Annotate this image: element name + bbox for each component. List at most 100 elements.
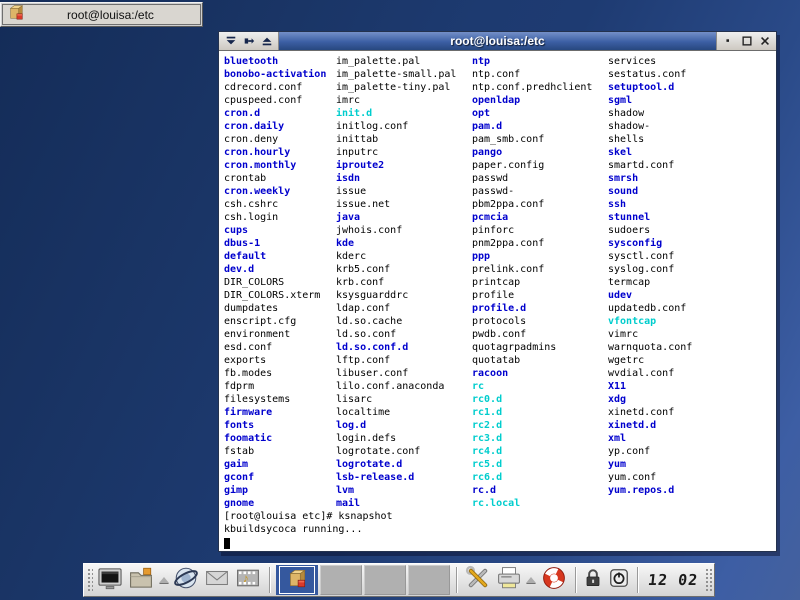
file-entry: stunnel xyxy=(608,211,692,224)
ls-column-4: servicessestatus.confsetuptool.dsgmlshad… xyxy=(608,55,692,497)
file-entry: im_palette.pal xyxy=(336,55,456,68)
file-entry: kde xyxy=(336,237,456,250)
file-entry: dev.d xyxy=(224,263,326,276)
printer-launcher[interactable] xyxy=(494,565,523,595)
multimedia-launcher[interactable]: ♪ xyxy=(234,565,263,595)
file-entry: setuptool.d xyxy=(608,81,692,94)
lock-screen-button[interactable] xyxy=(581,565,605,595)
taskbar-button-konsole[interactable]: root@louisa:/etc xyxy=(2,4,201,25)
pin-icon[interactable] xyxy=(241,34,256,49)
file-entry: xinetd.conf xyxy=(608,406,692,419)
folder-popup-arrow-icon[interactable] xyxy=(159,577,169,583)
file-entry: shadow xyxy=(608,107,692,120)
file-entry: rc2.d xyxy=(472,419,592,432)
file-entry: ntp.conf xyxy=(472,68,592,81)
file-entry: csh.cshrc xyxy=(224,198,326,211)
file-entry: imrc xyxy=(336,94,456,107)
panel-handle-left[interactable] xyxy=(86,567,93,593)
panel-separator xyxy=(637,567,638,593)
lock-icon xyxy=(582,567,604,594)
konsole-icon xyxy=(286,567,308,594)
printer-popup-arrow-icon[interactable] xyxy=(526,577,536,583)
file-entry: ld.so.conf xyxy=(336,328,456,341)
file-entry: pam_smb.conf xyxy=(472,133,592,146)
shade-up-button[interactable] xyxy=(259,34,274,49)
file-entry: rc3.d xyxy=(472,432,592,445)
minimize-button[interactable] xyxy=(721,34,736,49)
file-entry: rc.local xyxy=(472,497,592,510)
file-entry: protocols xyxy=(472,315,592,328)
file-entry: pwdb.conf xyxy=(472,328,592,341)
file-entry: vfontcap xyxy=(608,315,692,328)
panel-clock[interactable]: 12 02 xyxy=(643,571,703,589)
titlebar-right-buttons xyxy=(716,32,776,50)
shade-down-button[interactable] xyxy=(223,34,238,49)
email-launcher[interactable] xyxy=(203,565,232,595)
file-entry: issue.net xyxy=(336,198,456,211)
file-entry: yum.conf xyxy=(608,471,692,484)
file-entry: im_palette-small.pal xyxy=(336,68,456,81)
panel-separator xyxy=(575,567,576,593)
file-entry: profile xyxy=(472,289,592,302)
file-entry: lilo.conf.anaconda xyxy=(336,380,456,393)
file-entry: issue xyxy=(336,185,456,198)
shell-prompt: [root@louisa etc]# ksnapshot xyxy=(224,510,393,523)
shutdown-button[interactable] xyxy=(607,565,631,595)
terminal-window: root@louisa:/etc bluetoothbonobo-activat… xyxy=(218,31,777,552)
window-titlebar[interactable]: root@louisa:/etc xyxy=(219,32,776,51)
file-entry: quotagrpadmins xyxy=(472,341,592,354)
close-icon[interactable] xyxy=(757,34,772,49)
file-entry: sound xyxy=(608,185,692,198)
file-entry: esd.conf xyxy=(224,341,326,354)
home-folder-launcher[interactable] xyxy=(126,565,155,595)
file-entry: passwd- xyxy=(472,185,592,198)
file-entry: shells xyxy=(608,133,692,146)
file-entry: kderc xyxy=(336,250,456,263)
file-entry: ssh xyxy=(608,198,692,211)
file-entry: smartd.conf xyxy=(608,159,692,172)
file-entry: pango xyxy=(472,146,592,159)
panel-separator xyxy=(269,567,270,593)
file-entry: sysconfig xyxy=(608,237,692,250)
file-entry: passwd xyxy=(472,172,592,185)
terminal-cursor xyxy=(224,538,230,549)
system-tools-launcher[interactable] xyxy=(463,565,492,595)
help-launcher[interactable] xyxy=(539,565,568,595)
terminal-launcher[interactable] xyxy=(95,565,124,595)
taskbar-slot-konsole[interactable] xyxy=(276,565,318,595)
file-entry: inputrc xyxy=(336,146,456,159)
file-entry: rc xyxy=(472,380,592,393)
file-entry: default xyxy=(224,250,326,263)
file-entry: rc5.d xyxy=(472,458,592,471)
file-entry: ppp xyxy=(472,250,592,263)
maximize-button[interactable] xyxy=(739,34,754,49)
file-entry: cron.d xyxy=(224,107,326,120)
film-music-icon: ♪ xyxy=(235,565,261,596)
file-entry: wgetrc xyxy=(608,354,692,367)
file-entry: jwhois.conf xyxy=(336,224,456,237)
titlebar-left-buttons xyxy=(219,32,279,50)
file-entry: fdprm xyxy=(224,380,326,393)
web-browser-launcher[interactable] xyxy=(172,565,201,595)
terminal-screen[interactable]: bluetoothbonobo-activationcdrecord.confc… xyxy=(219,51,776,551)
file-entry: krb.conf xyxy=(336,276,456,289)
file-entry: DIR_COLORS.xterm xyxy=(224,289,326,302)
file-entry: skel xyxy=(608,146,692,159)
file-entry: enscript.cfg xyxy=(224,315,326,328)
ls-column-2: im_palette.palim_palette-small.palim_pal… xyxy=(336,55,456,510)
file-entry: dumpdates xyxy=(224,302,326,315)
konsole-icon xyxy=(7,3,25,26)
file-entry: crontab xyxy=(224,172,326,185)
file-entry: yum xyxy=(608,458,692,471)
file-entry: printcap xyxy=(472,276,592,289)
taskbar-slot-empty xyxy=(320,565,362,595)
file-entry: logrotate.d xyxy=(336,458,456,471)
ls-column-1: bluetoothbonobo-activationcdrecord.confc… xyxy=(224,55,326,510)
file-entry: ld.so.cache xyxy=(336,315,456,328)
file-entry: gaim xyxy=(224,458,326,471)
file-entry: racoon xyxy=(472,367,592,380)
file-entry: firmware xyxy=(224,406,326,419)
panel-handle-right[interactable] xyxy=(704,567,712,593)
file-entry: vimrc xyxy=(608,328,692,341)
file-entry: cdrecord.conf xyxy=(224,81,326,94)
